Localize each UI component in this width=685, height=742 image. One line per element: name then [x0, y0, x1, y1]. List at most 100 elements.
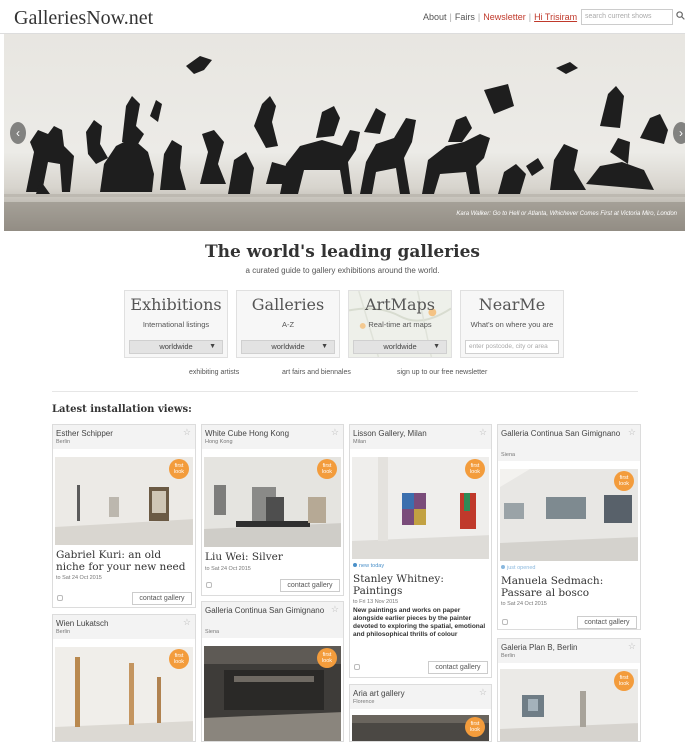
exhibitions-region-select[interactable]: worldwide ▼: [129, 340, 223, 354]
feature-title: NearMe: [478, 295, 546, 314]
installation-card[interactable]: Wien Lukatsch Berlin ☆ first look: [52, 614, 196, 742]
first-look-badge: first look: [465, 717, 485, 737]
star-icon[interactable]: ☆: [183, 427, 191, 438]
exhibition-title[interactable]: Manuela Sedmach: Passare al bosco: [501, 575, 637, 599]
gallery-city: Hong Kong: [205, 439, 233, 445]
link-newsletter-signup[interactable]: sign up to our free newsletter: [397, 369, 487, 376]
hero-caption: Kara Walker: Go to Hell or Atlanta, Whic…: [456, 211, 677, 217]
star-icon[interactable]: ☆: [331, 604, 339, 615]
installation-photo[interactable]: first look: [352, 715, 489, 741]
caret-down-icon: ▼: [433, 343, 440, 350]
just-opened-tag: just opened: [501, 565, 535, 571]
nav-about[interactable]: About: [420, 12, 450, 22]
exhibition-date: to Sat 24 Oct 2015: [205, 566, 251, 572]
gallery-name[interactable]: Lisson Gallery, Milan: [353, 428, 427, 439]
nearme-location-input[interactable]: enter postcode, city or area: [465, 340, 559, 354]
installation-photo[interactable]: first look: [500, 669, 638, 741]
installation-card[interactable]: Aria art gallery Florence ☆ first look: [349, 684, 492, 742]
save-checkbox[interactable]: [206, 582, 212, 588]
installation-photo[interactable]: first look: [204, 646, 341, 741]
caret-down-icon: ▼: [209, 343, 216, 350]
gallery-city: Milan: [353, 439, 367, 445]
gallery-name[interactable]: Galeria Plan B, Berlin: [501, 642, 577, 653]
first-look-badge: first look: [317, 648, 337, 668]
site-logo[interactable]: GalleriesNow.net: [14, 7, 153, 30]
artmaps-region-select[interactable]: worldwide ▼: [353, 340, 447, 354]
search-input[interactable]: search current shows: [581, 9, 673, 25]
feature-artmaps[interactable]: ArtMaps Real-time art maps worldwide ▼: [348, 290, 452, 358]
gallery-city: Berlin: [56, 629, 71, 635]
first-look-badge: first look: [465, 459, 485, 479]
gallery-name[interactable]: White Cube Hong Kong: [205, 428, 289, 439]
gallery-city: Florence: [353, 699, 375, 705]
installation-photo[interactable]: first look: [55, 647, 193, 741]
nav-user[interactable]: Hi Trisiram: [531, 12, 580, 22]
contact-gallery-button[interactable]: contact gallery: [280, 579, 340, 592]
exhibition-title[interactable]: Gabriel Kuri: an old niche for your new …: [56, 549, 192, 573]
page-headline: The world's leading galleries: [205, 242, 480, 262]
link-exhibiting-artists[interactable]: exhibiting artists: [189, 369, 239, 376]
site-header: GalleriesNow.net About | Fairs | Newslette…: [0, 0, 685, 34]
exhibition-title[interactable]: Stanley Whitney: Paintings: [353, 573, 488, 597]
star-icon[interactable]: ☆: [479, 687, 487, 698]
first-look-badge: first look: [614, 671, 634, 691]
save-checkbox[interactable]: [502, 619, 508, 625]
star-icon[interactable]: ☆: [628, 641, 636, 652]
feature-subtitle: International listings: [142, 320, 210, 329]
installation-photo[interactable]: first look: [500, 469, 638, 561]
section-title: Latest installation views:: [52, 404, 192, 415]
star-icon[interactable]: ☆: [183, 617, 191, 628]
installation-card[interactable]: Galleria Continua San Gimignano Siena ☆ …: [201, 601, 344, 742]
exhibition-date: to Sat 24 Oct 2015: [56, 575, 102, 581]
page-subline: a curated guide to gallery exhibitions a…: [245, 266, 440, 275]
new-today-tag: new today: [353, 563, 384, 569]
search-icon[interactable]: [676, 11, 685, 20]
hero-banner: ‹ › Kara Walker: Go to Hell or Atlanta, …: [4, 34, 685, 231]
installation-card[interactable]: Galeria Plan B, Berlin Berlin ☆ first loo…: [497, 638, 641, 742]
feature-exhibitions[interactable]: Exhibitions International listings world…: [124, 290, 228, 358]
feature-subtitle: A-Z: [281, 320, 295, 329]
hero-next-button[interactable]: ›: [673, 122, 685, 144]
save-checkbox[interactable]: [57, 595, 63, 601]
contact-gallery-button[interactable]: contact gallery: [132, 592, 192, 605]
gallery-city: Berlin: [501, 653, 516, 659]
star-icon[interactable]: ☆: [628, 427, 636, 438]
gallery-name[interactable]: Galleria Continua San Gimignano: [205, 605, 329, 616]
feature-title: Exhibitions: [130, 295, 222, 314]
first-look-badge: first look: [169, 649, 189, 669]
gallery-city: Siena: [501, 452, 516, 458]
star-icon[interactable]: ☆: [479, 427, 487, 438]
gallery-name[interactable]: Aria art gallery: [353, 688, 405, 699]
link-art-fairs[interactable]: art fairs and biennales: [282, 369, 351, 376]
save-checkbox[interactable]: [354, 664, 360, 670]
first-look-badge: first look: [169, 459, 189, 479]
contact-gallery-button[interactable]: contact gallery: [577, 616, 637, 629]
installation-photo[interactable]: first look: [352, 457, 489, 559]
caret-down-icon: ▼: [321, 343, 328, 350]
installation-photo[interactable]: first look: [55, 457, 193, 545]
top-nav: About | Fairs | Newsletter | Hi Trisiram: [420, 12, 580, 22]
feature-title: Galleries: [251, 295, 325, 314]
gallery-city: Berlin: [56, 439, 71, 445]
exhibition-title[interactable]: Liu Wei: Silver: [205, 551, 340, 563]
exhibition-date: to Sat 24 Oct 2015: [501, 601, 547, 607]
first-look-badge: first look: [614, 471, 634, 491]
installation-card[interactable]: Lisson Gallery, Milan Milan ☆ first look …: [349, 424, 492, 678]
nav-newsletter[interactable]: Newsletter: [480, 12, 529, 22]
gallery-name[interactable]: Wien Lukatsch: [56, 618, 108, 629]
installation-card[interactable]: Galleria Continua San Gimignano Siena ☆ …: [497, 424, 641, 630]
installation-photo[interactable]: first look: [204, 457, 341, 547]
installation-card[interactable]: White Cube Hong Kong Hong Kong ☆ first lo…: [201, 424, 344, 596]
gallery-name[interactable]: Esther Schipper: [56, 428, 113, 439]
feature-galleries[interactable]: Galleries A-Z worldwide ▼: [236, 290, 340, 358]
galleries-region-select[interactable]: worldwide ▼: [241, 340, 335, 354]
contact-gallery-button[interactable]: contact gallery: [428, 661, 488, 674]
hero-prev-button[interactable]: ‹: [10, 122, 26, 144]
gallery-name[interactable]: Galleria Continua San Gimignano: [501, 428, 625, 439]
installation-card[interactable]: Esther Schipper Berlin ☆ first look Gabri…: [52, 424, 196, 608]
feature-subtitle: Real-time art maps: [368, 320, 432, 329]
star-icon[interactable]: ☆: [331, 427, 339, 438]
first-look-badge: first look: [317, 459, 337, 479]
nav-fairs[interactable]: Fairs: [452, 12, 478, 22]
feature-nearme[interactable]: NearMe What's on where you are enter pos…: [460, 290, 564, 358]
